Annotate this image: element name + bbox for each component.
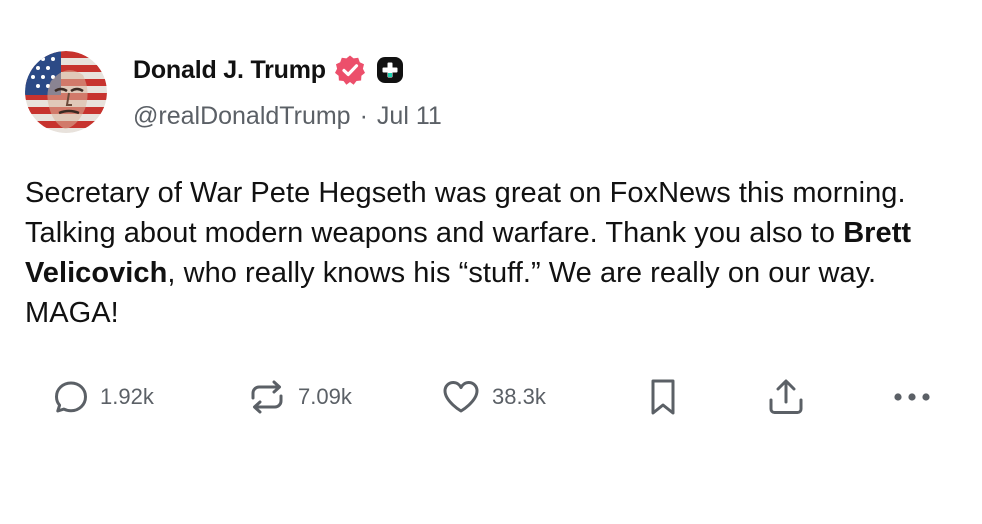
more-options-button[interactable] — [890, 372, 934, 422]
truth-plus-icon — [376, 56, 404, 84]
post-body: Secretary of War Pete Hegseth was great … — [25, 173, 960, 333]
bookmark-button[interactable] — [645, 372, 681, 422]
post-actions: 1.92k 7.09k 38.3k — [0, 372, 982, 422]
share-icon — [766, 376, 806, 418]
reply-button[interactable]: 1.92k — [52, 372, 154, 422]
author-avatar[interactable] — [25, 51, 107, 133]
author-display-name[interactable]: Donald J. Trump — [133, 56, 326, 85]
post-date[interactable]: Jul 11 — [377, 102, 442, 131]
like-count: 38.3k — [492, 384, 546, 409]
retruth-icon — [246, 376, 288, 418]
more-icon — [890, 376, 934, 418]
heart-icon — [440, 376, 482, 418]
verified-badge-icon — [334, 54, 366, 86]
truth-post: Donald J. Trump @realDonaldTrump · Jul 1… — [0, 0, 982, 524]
bookmark-icon — [645, 376, 681, 418]
share-button[interactable] — [766, 372, 806, 422]
author-name-row: Donald J. Trump — [133, 53, 404, 87]
meta-separator: · — [359, 102, 368, 130]
post-meta: @realDonaldTrump · Jul 11 — [133, 102, 442, 131]
like-button[interactable]: 38.3k — [440, 372, 546, 422]
retruth-count: 7.09k — [298, 384, 352, 409]
reply-icon — [52, 378, 90, 416]
reply-count: 1.92k — [100, 384, 154, 409]
retruth-button[interactable]: 7.09k — [246, 372, 352, 422]
author-handle[interactable]: @realDonaldTrump — [133, 102, 351, 131]
post-body-text-1: Secretary of War Pete Hegseth was great … — [25, 177, 906, 249]
